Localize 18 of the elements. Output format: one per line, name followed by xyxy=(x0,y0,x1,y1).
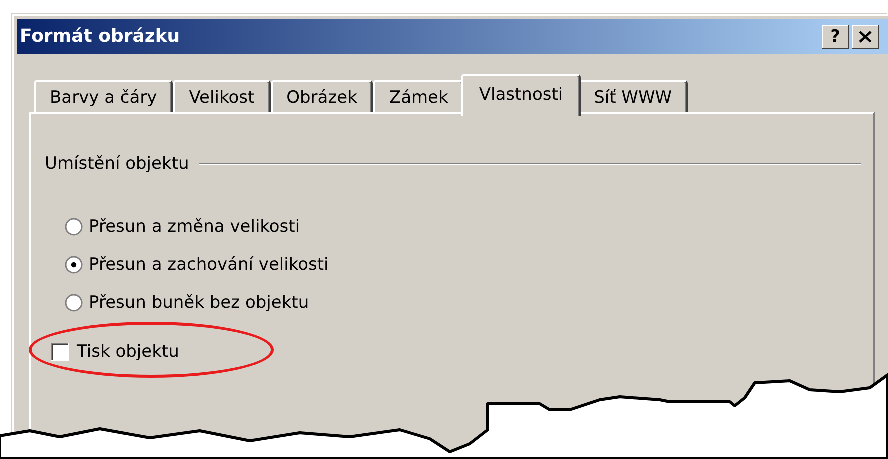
checkbox[interactable] xyxy=(51,343,69,361)
radio-label: Přesun a změna velikosti xyxy=(89,217,300,237)
radio-button[interactable] xyxy=(65,294,83,312)
tab[interactable]: Vlastnosti xyxy=(461,74,582,116)
tab[interactable]: Obrázek xyxy=(270,80,374,114)
window-title: Formát obrázku xyxy=(20,26,182,47)
tab[interactable]: Síť WWW xyxy=(578,80,688,114)
close-icon xyxy=(859,30,872,42)
radio-button[interactable] xyxy=(65,218,83,236)
checkbox-label: Tisk objektu xyxy=(77,342,180,362)
tab[interactable]: Barvy a čáry xyxy=(34,80,174,114)
radio-label: Přesun buněk bez objektu xyxy=(89,293,310,313)
help-button[interactable]: ? xyxy=(822,24,849,48)
radio-label: Přesun a zachování velikosti xyxy=(89,255,329,275)
tab[interactable]: Velikost xyxy=(173,80,271,114)
group-title: Umístění objektu xyxy=(45,154,190,174)
close-button[interactable] xyxy=(852,24,879,48)
radio-button[interactable] xyxy=(65,256,83,274)
